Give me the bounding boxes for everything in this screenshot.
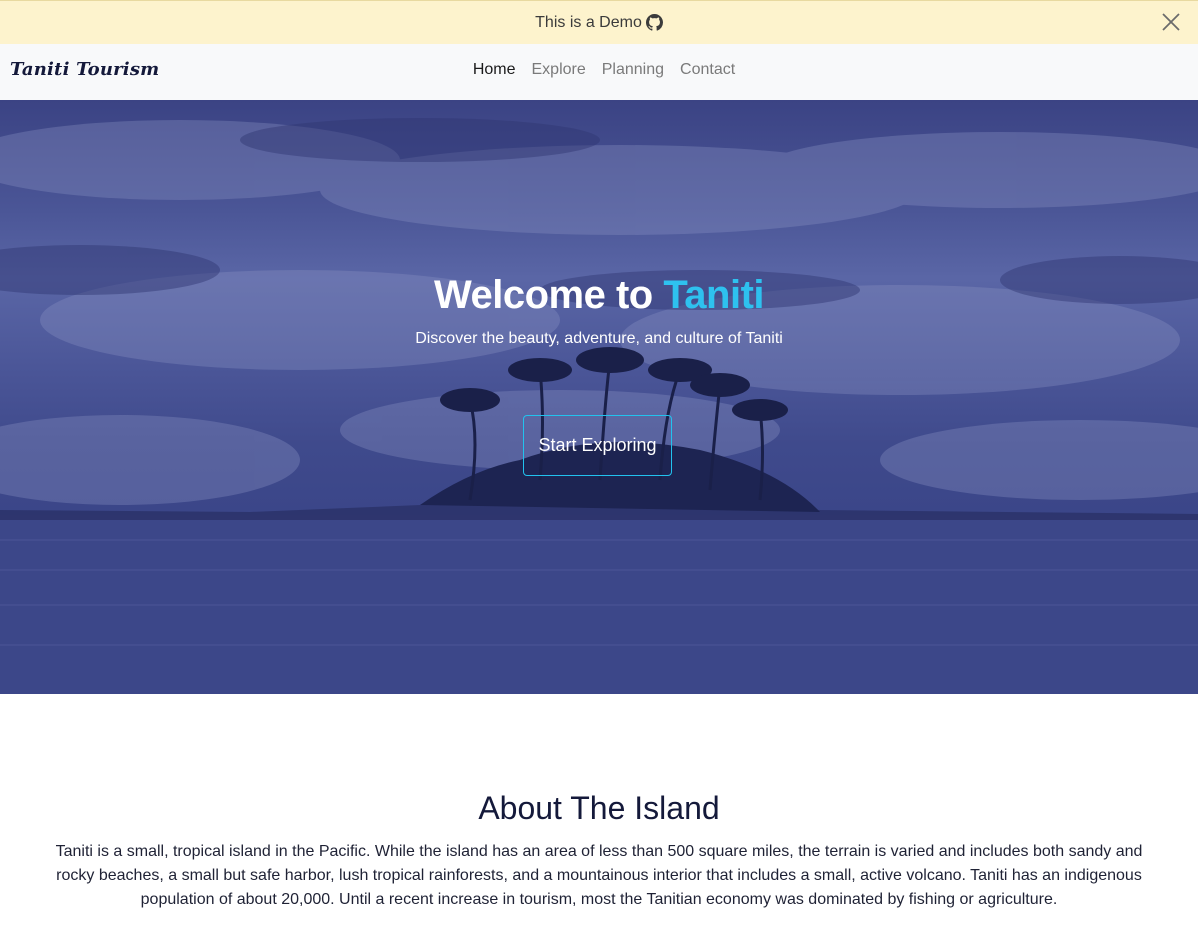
about-title: About The Island xyxy=(478,790,720,826)
hero-title-accent: Taniti xyxy=(663,273,765,317)
close-icon[interactable] xyxy=(1160,11,1182,33)
demo-banner-text[interactable]: This is a Demo xyxy=(535,14,663,32)
start-exploring-button[interactable]: Start Exploring xyxy=(523,415,672,476)
hero-background-image xyxy=(0,118,1198,694)
hero-title-prefix: Welcome to xyxy=(433,273,664,317)
about-text: Taniti is a small, tropical island in th… xyxy=(55,843,1143,908)
nav-link-contact[interactable]: Contact xyxy=(680,61,735,79)
demo-label: This is a Demo xyxy=(535,13,642,31)
github-icon[interactable] xyxy=(645,14,663,31)
nav-link-explore[interactable]: Explore xyxy=(532,61,586,79)
nav-links: Home Explore Planning Contact xyxy=(0,61,1198,79)
nav-link-home[interactable]: Home xyxy=(473,61,516,79)
hero-title: Welcome to Taniti xyxy=(0,273,1198,318)
nav-link-planning[interactable]: Planning xyxy=(602,61,664,79)
navbar: Taniti Tourism Home Explore Planning Con… xyxy=(0,44,1198,100)
demo-banner: This is a Demo xyxy=(0,0,1198,44)
hero-subtitle: Discover the beauty, adventure, and cult… xyxy=(415,330,783,347)
hero-section: Welcome to Taniti Discover the beauty, a… xyxy=(0,100,1198,694)
